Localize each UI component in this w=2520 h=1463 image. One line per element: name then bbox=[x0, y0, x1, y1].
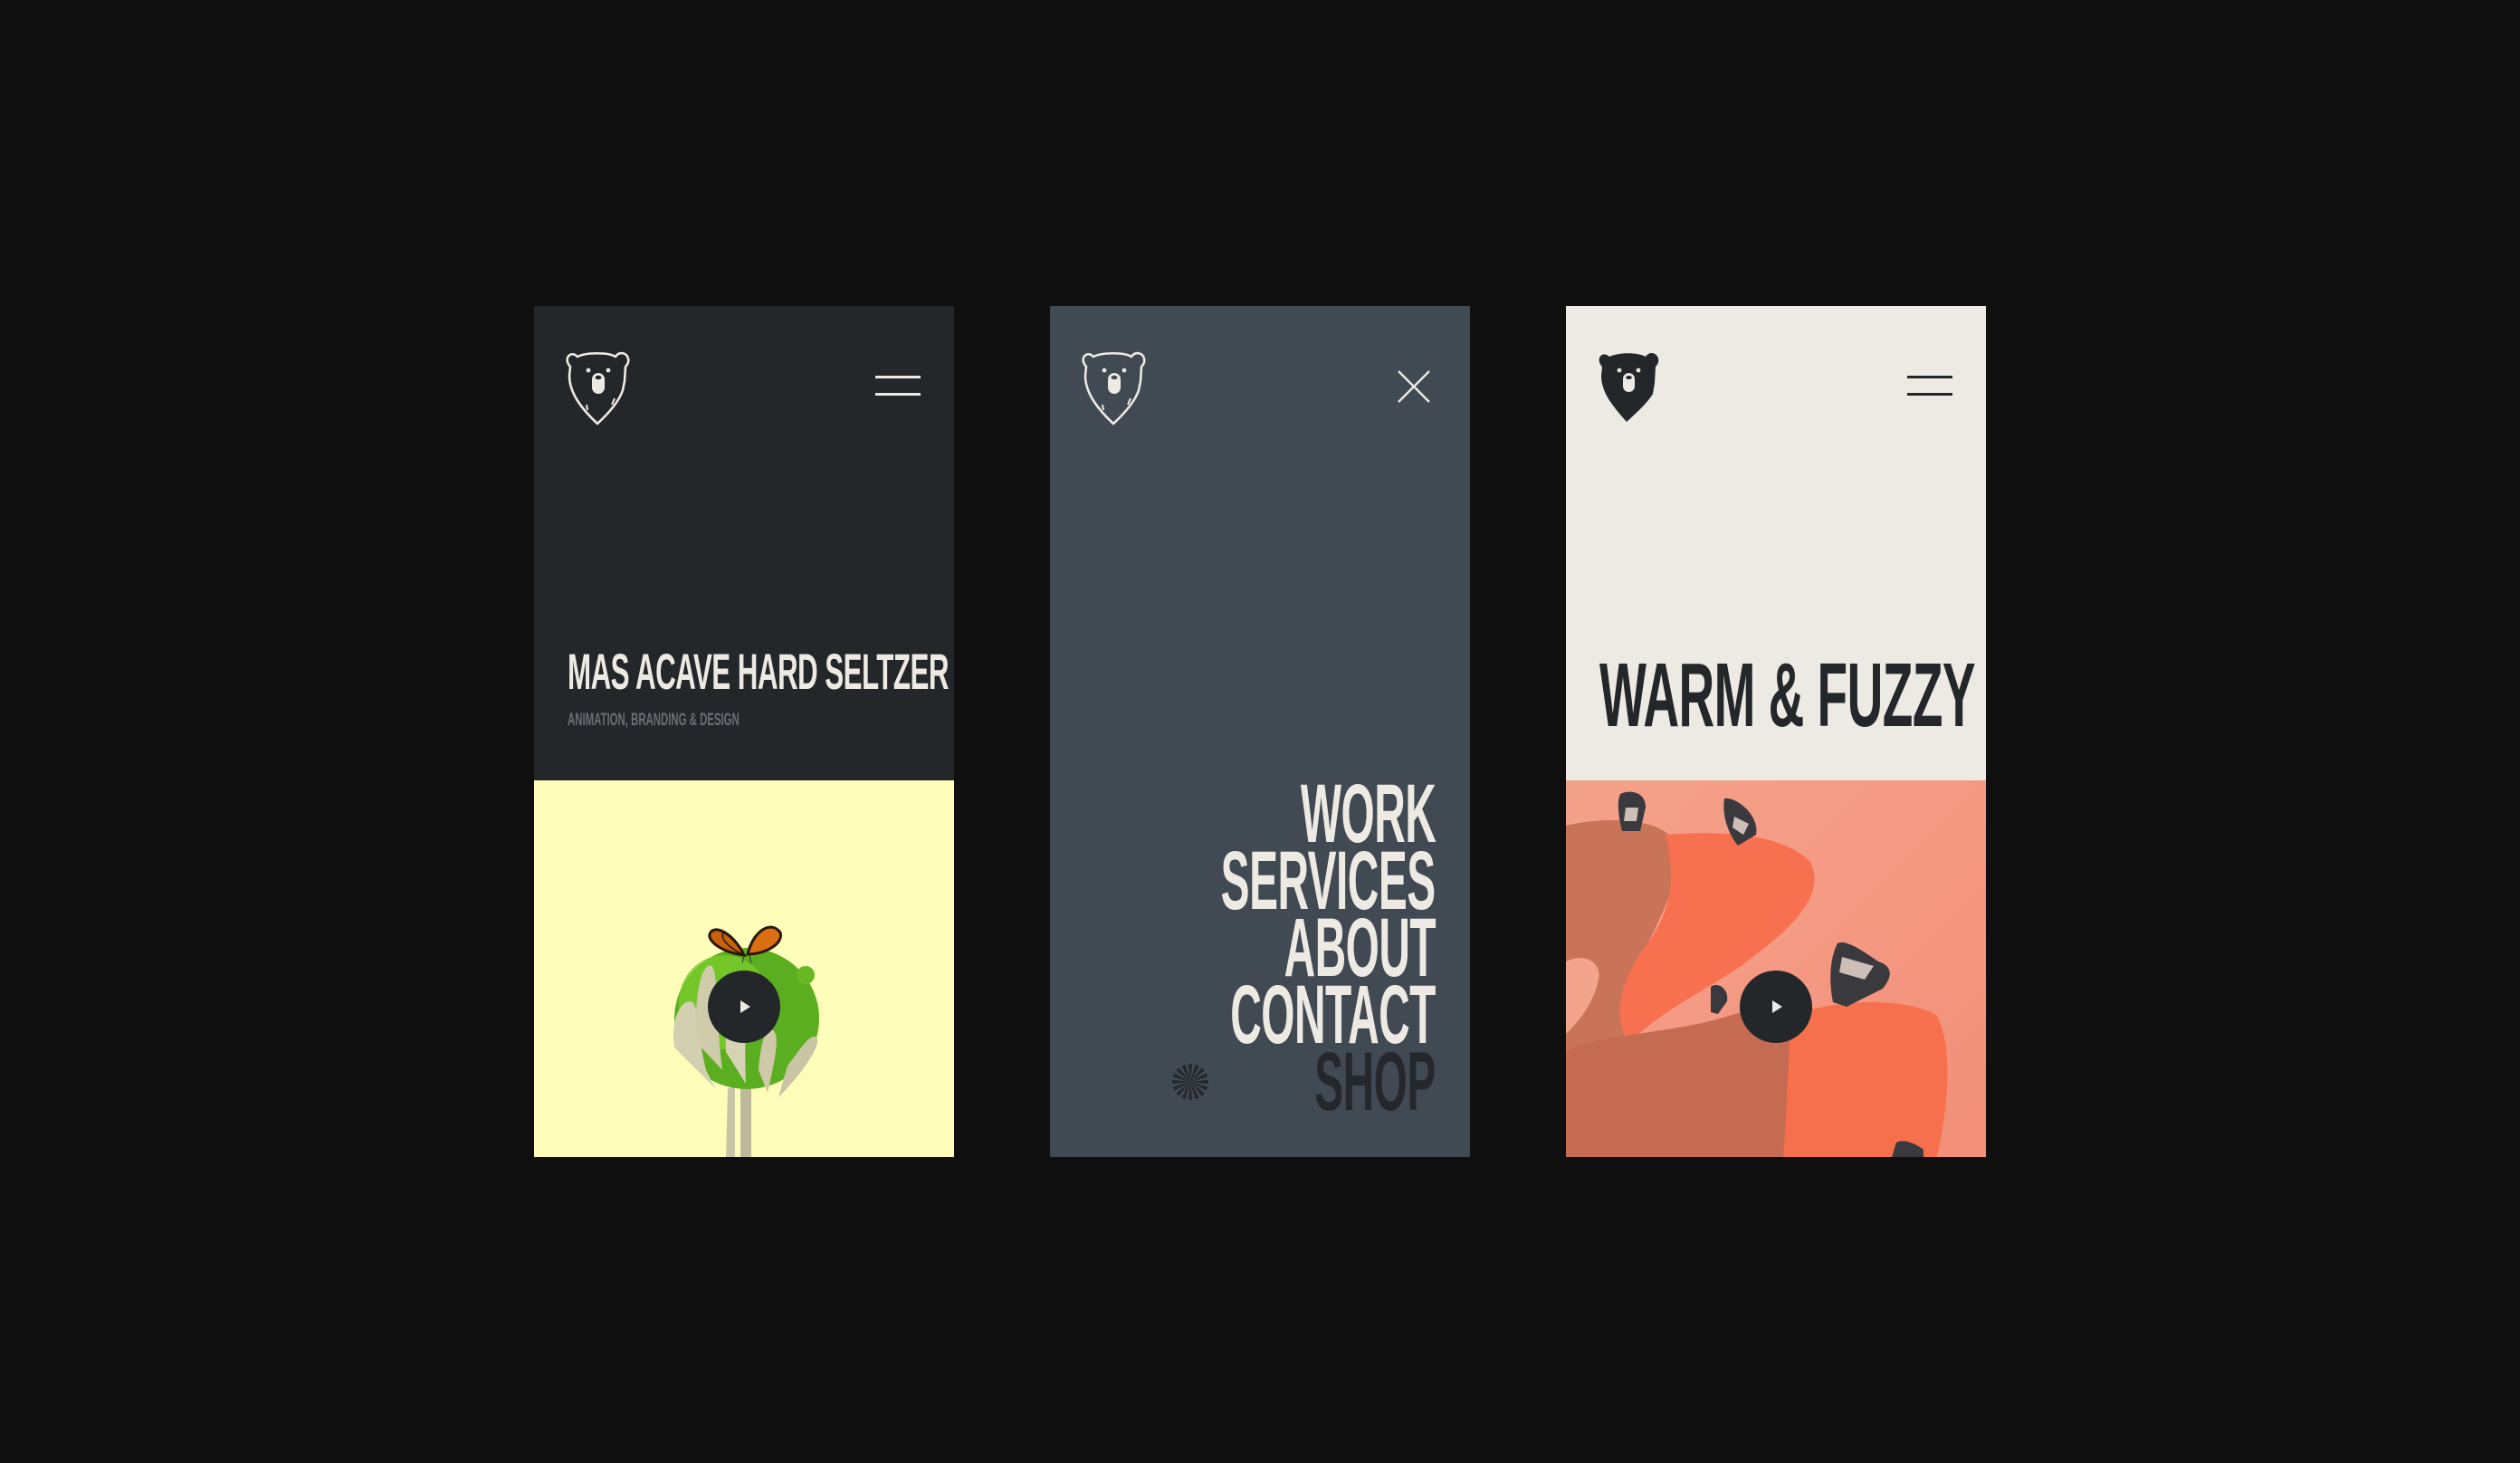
hamburger-line bbox=[875, 376, 921, 378]
nav-item-contact[interactable]: CONTACT bbox=[1146, 973, 1436, 1057]
hamburger-line bbox=[1907, 376, 1952, 378]
play-video-button[interactable] bbox=[1740, 971, 1812, 1043]
project-title: WARM & FUZZY bbox=[1599, 645, 1976, 746]
play-video-button[interactable] bbox=[708, 971, 780, 1043]
bear-logo-icon[interactable] bbox=[1081, 349, 1147, 426]
mobile-screen-project-light: WARM & FUZZY bbox=[1566, 306, 1986, 1157]
bear-logo-icon[interactable] bbox=[565, 349, 631, 426]
bear-head-outline-icon bbox=[566, 351, 630, 426]
hamburger-menu-button[interactable] bbox=[875, 375, 921, 397]
play-icon bbox=[1772, 1000, 1782, 1013]
project-title: MAS ACAVE HARD SELTZER bbox=[568, 643, 949, 700]
nav-item-label: SHOP bbox=[1314, 1036, 1436, 1128]
project-subtitle: ANIMATION, BRANDING & DESIGN bbox=[568, 711, 740, 730]
bear-head-solid-icon bbox=[1599, 353, 1659, 422]
starburst-icon bbox=[1172, 1064, 1208, 1100]
hamburger-line bbox=[875, 393, 921, 396]
mobile-screen-project: MAS ACAVE HARD SELTZER ANIMATION, BRANDI… bbox=[534, 306, 954, 1157]
bear-logo-icon[interactable] bbox=[1597, 349, 1663, 426]
nav-item-services[interactable]: SERVICES bbox=[1146, 839, 1436, 923]
close-icon bbox=[1398, 370, 1430, 403]
bear-head-outline-icon bbox=[1082, 351, 1146, 426]
mobile-screen-menu: WORK SERVICES ABOUT CONTACT SHOP bbox=[1050, 306, 1470, 1157]
hamburger-menu-button[interactable] bbox=[1907, 375, 1952, 397]
nav-item-work[interactable]: WORK bbox=[1146, 772, 1437, 856]
project-media[interactable] bbox=[534, 780, 954, 1157]
hamburger-line bbox=[1907, 393, 1952, 396]
play-icon bbox=[740, 1000, 750, 1013]
lime-skeleton-hand-image bbox=[673, 925, 819, 1157]
sneakers-coral-shapes-image bbox=[1566, 791, 1948, 1157]
nav-item-about[interactable]: ABOUT bbox=[1146, 906, 1437, 990]
project-media[interactable] bbox=[1566, 780, 1986, 1157]
main-nav: WORK SERVICES ABOUT CONTACT SHOP bbox=[1146, 772, 1437, 1124]
close-menu-button[interactable] bbox=[1397, 369, 1431, 404]
